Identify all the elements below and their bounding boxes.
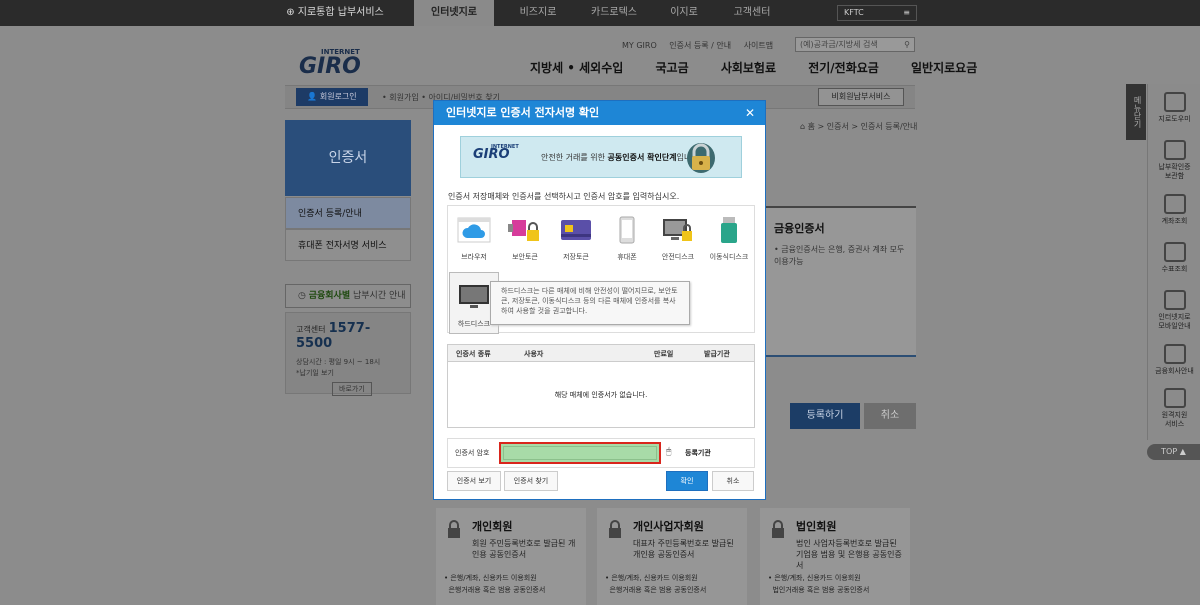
search-input[interactable]: (예)공과금/지방세 검색 ⚲	[795, 37, 915, 52]
sidebar-item-mobile-guide[interactable]: 인터넷지로 모바일안내	[1148, 290, 1200, 331]
lock-icon	[448, 520, 460, 538]
nav-local-tax[interactable]: 지방세 • 세외수입	[530, 61, 623, 75]
financial-cert-box: 금융인증서 • 금융인증서는 은행, 증권사 계좌 모두 이용가능	[766, 206, 916, 356]
tab-biz-giro[interactable]: 비즈지로	[500, 0, 576, 26]
cert-password-input[interactable]	[503, 446, 657, 460]
user-icon: 👤	[307, 92, 320, 101]
remote-support-icon	[1163, 388, 1186, 408]
media-security-token[interactable]: 보안토큰	[500, 206, 550, 268]
tab-card-rotex[interactable]: 카드로텍스	[576, 0, 652, 26]
menu-icon: ≡	[903, 8, 910, 17]
utility-nav: MY GIRO 인증서 등록 / 안내 사이트맵	[622, 40, 783, 51]
table-header: 인증서 종류 사용자 만료일 발급기관	[448, 345, 754, 362]
left-menu-mobile-sign[interactable]: 휴대폰 전자서명 서비스	[285, 229, 411, 261]
left-menu-title: 인증서	[285, 120, 411, 196]
breadcrumb: ⌂ 홈 > 인증서 > 인증서 등록/안내	[800, 122, 918, 131]
col-expiry[interactable]: 만료일	[654, 349, 673, 359]
service-brand[interactable]: ⊕ 지로통합 납부서비스	[285, 0, 385, 26]
quick-sidebar: 지로도우미 납부확인증 보관함 계좌조회 수표조회 인터넷지로 모바일안내 금융…	[1147, 84, 1200, 440]
confirm-button[interactable]: 확인	[666, 471, 708, 491]
find-cert-button[interactable]: 인증서 찾기	[504, 471, 558, 491]
sidebar-item-giro-helper[interactable]: 지로도우미	[1148, 92, 1200, 124]
home-icon: ⌂	[800, 122, 808, 131]
sidebar-item-bank-guide[interactable]: 금융회사안내	[1148, 344, 1200, 376]
close-icon[interactable]: ✕	[743, 106, 757, 120]
padlock-icon	[687, 143, 715, 173]
nav-social-insurance[interactable]: 사회보험료	[721, 61, 776, 75]
dialog-cancel-button[interactable]: 취소	[712, 471, 754, 491]
kftc-dropdown[interactable]: KFTC ≡	[837, 5, 917, 21]
hard-disk-warning-tooltip: 하드디스크는 다른 매체에 비해 안전성이 떨어지므로, 보안토큰, 저장토큰,…	[490, 281, 690, 325]
media-browser[interactable]: 브라우저	[449, 206, 499, 268]
dialog-title: 인터넷지로 인증서 전자서명 확인	[434, 101, 765, 125]
page-cancel-button[interactable]: 취소	[864, 403, 916, 429]
util-sitemap[interactable]: 사이트맵	[744, 41, 773, 50]
customer-center-box: 고객센터 1577-5500 상담시간 : 평일 9시 ~ 18시 *납기일 보기…	[285, 312, 411, 396]
scroll-top-button[interactable]: TOP ▲	[1147, 444, 1200, 460]
safe-disk-icon	[663, 219, 692, 241]
helper-icon	[1163, 92, 1186, 112]
media-safe-disk[interactable]: 안전디스크	[653, 206, 703, 268]
hard-disk-monitor-icon	[459, 285, 489, 308]
password-field-highlight	[499, 442, 661, 464]
password-label: 인증서 암호	[455, 449, 490, 457]
bank-icon	[1163, 344, 1186, 364]
member-card-corporate[interactable]: 법인회원 법인 사업자등록번호로 발급된 기업용 범용 및 은행용 공동인증서 …	[760, 508, 910, 605]
member-card-individual[interactable]: 개인회원 회원 주민등록번호로 발급된 개인용 공동인증서 • 은행/계좌, 신…	[436, 508, 586, 605]
tab-e-giro[interactable]: 이지로	[652, 0, 716, 26]
media-removable-disk[interactable]: 이동식디스크	[704, 206, 754, 268]
globe-icon: ⊕	[286, 7, 298, 18]
util-cert[interactable]: 인증서 등록 / 안내	[669, 41, 731, 50]
main-nav: 지방세 • 세외수입 국고금 사회보험료 전기/전화요금 일반지로요금	[530, 59, 977, 76]
col-issuer[interactable]: 발급기관	[704, 349, 730, 359]
nav-utility-bills[interactable]: 전기/전화요금	[808, 61, 879, 75]
sidebar-item-remote-support[interactable]: 원격지원 서비스	[1148, 388, 1200, 429]
sidebar-collapse-tab[interactable]: 메뉴닫기	[1126, 84, 1146, 140]
divider	[766, 355, 916, 357]
member-card-sole-proprietor[interactable]: 개인사업자회원 대표자 주민등록번호로 발급된 개인용 공동인증서 • 은행/계…	[597, 508, 747, 605]
view-cert-button[interactable]: 인증서 보기	[447, 471, 501, 491]
col-cert-type[interactable]: 인증서 종류	[456, 349, 491, 359]
mobile-phone-icon	[619, 216, 635, 244]
sidebar-item-account-inquiry[interactable]: 계좌조회	[1148, 194, 1200, 226]
giro-logo[interactable]: INTERNET GIRO	[285, 48, 375, 79]
security-token-icon	[508, 220, 539, 241]
instruction-text: 인증서 저장매체와 인증서를 선택하시고 인증서 암호를 입력하십시오.	[448, 192, 680, 201]
cert-banner: INTERNET GIRO 안전한 거래를 위한 공동인증서 확인단계입니다.	[460, 136, 742, 178]
media-storage-token[interactable]: 저장토큰	[551, 206, 601, 268]
mobile-info-icon	[1163, 290, 1186, 310]
usb-drive-icon	[721, 217, 737, 243]
check-search-icon	[1163, 242, 1186, 262]
col-user[interactable]: 사용자	[524, 349, 543, 359]
certificate-table: 인증서 종류 사용자 만료일 발급기관 해당 매체에 인증서가 없습니다.	[447, 344, 755, 428]
top-service-bar: ⊕ 지로통합 납부서비스 인터넷지로 비즈지로 카드로텍스 이지로 고객센터	[0, 0, 1200, 26]
payment-time-notice[interactable]: ◷ 금융회사별 납부시간 안내	[285, 284, 411, 308]
lock-icon	[609, 520, 621, 538]
util-my-giro[interactable]: MY GIRO	[622, 41, 657, 50]
member-login-button[interactable]: 👤 회원로그인	[296, 88, 368, 106]
tab-customer-center[interactable]: 고객센터	[716, 0, 788, 26]
lock-icon	[772, 520, 784, 538]
register-button[interactable]: 등록하기	[790, 403, 860, 429]
account-search-icon	[1163, 194, 1186, 214]
mouse-input-icon[interactable]: 🖱	[666, 447, 671, 457]
register-org-label: 등록기관	[685, 449, 711, 457]
clock-icon: ◷	[298, 291, 309, 301]
media-mobile-phone[interactable]: 휴대폰	[602, 206, 652, 268]
nav-general-giro[interactable]: 일반지로요금	[911, 61, 977, 75]
browser-cloud-icon	[457, 217, 491, 243]
cs-shortcut-button[interactable]: 바로가기	[332, 382, 372, 396]
nonmember-payment-button[interactable]: 비회원납부서비스	[818, 88, 904, 106]
password-row: 인증서 암호 🖱 등록기관	[447, 438, 755, 468]
tab-internet-giro[interactable]: 인터넷지로	[414, 0, 494, 26]
receipt-icon	[1163, 140, 1186, 160]
cert-signature-dialog: 인터넷지로 인증서 전자서명 확인 ✕ INTERNET GIRO 안전한 거래…	[433, 100, 766, 500]
nav-national-treasury[interactable]: 국고금	[656, 61, 689, 75]
sidebar-item-check-inquiry[interactable]: 수표조회	[1148, 242, 1200, 274]
table-empty-message: 해당 매체에 인증서가 없습니다.	[554, 391, 648, 399]
search-icon[interactable]: ⚲	[904, 38, 910, 51]
sidebar-item-receipt-box[interactable]: 납부확인증 보관함	[1148, 140, 1200, 181]
left-menu-cert-register[interactable]: 인증서 등록/안내	[285, 197, 411, 229]
storage-token-icon	[561, 220, 591, 240]
